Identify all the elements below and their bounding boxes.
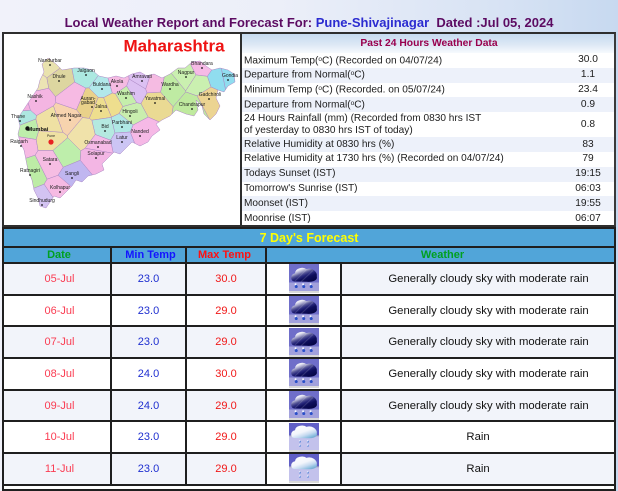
svg-text:Latur: Latur — [116, 135, 128, 141]
svg-text:Nagpur: Nagpur — [178, 70, 195, 76]
svg-text:Amravati: Amravati — [132, 74, 152, 80]
svg-text:Buldana: Buldana — [93, 82, 112, 88]
svg-text:Satara: Satara — [43, 157, 58, 163]
svg-text:Gadchiroli: Gadchiroli — [199, 92, 222, 98]
svg-text:Gondia: Gondia — [222, 73, 238, 79]
svg-text:Sindhudurg: Sindhudurg — [29, 198, 55, 204]
svg-text:Wardha: Wardha — [161, 82, 179, 88]
svg-text:Sangli: Sangli — [65, 171, 79, 177]
svg-text:Washim: Washim — [117, 91, 135, 97]
svg-text:Nandurbar: Nandurbar — [38, 58, 62, 64]
svg-text:Akola: Akola — [111, 79, 124, 85]
svg-text:Thane: Thane — [11, 114, 25, 120]
svg-text:Bhandara: Bhandara — [191, 61, 213, 67]
svg-text:Hingoli: Hingoli — [122, 109, 137, 115]
svg-text:Ratnagiri: Ratnagiri — [20, 168, 40, 174]
svg-text:Dhule: Dhule — [52, 74, 65, 80]
svg-text:Solapur: Solapur — [87, 151, 105, 157]
svg-text:Raigarh: Raigarh — [10, 139, 28, 145]
svg-text:Maharashtra: Maharashtra — [123, 37, 225, 56]
svg-text:Ahmed Nagar: Ahmed Nagar — [51, 113, 82, 119]
svg-text:Parbhani: Parbhani — [112, 120, 132, 126]
svg-text:Chandrapur: Chandrapur — [179, 102, 206, 108]
svg-text:Jalna: Jalna — [95, 104, 107, 110]
svg-text:Yavatmal: Yavatmal — [145, 96, 165, 102]
svg-text:Mumbai: Mumbai — [28, 127, 49, 133]
svg-text:Kolhapur: Kolhapur — [50, 185, 70, 191]
svg-text:Bid: Bid — [101, 124, 108, 130]
svg-text:Nanded: Nanded — [131, 129, 149, 135]
svg-text:Jalgaon: Jalgaon — [77, 68, 95, 74]
svg-text:Pune: Pune — [47, 134, 55, 138]
svg-text:gabad: gabad — [81, 100, 95, 106]
svg-text:Nashik: Nashik — [27, 94, 43, 100]
svg-text:Osmanabad: Osmanabad — [84, 140, 111, 146]
